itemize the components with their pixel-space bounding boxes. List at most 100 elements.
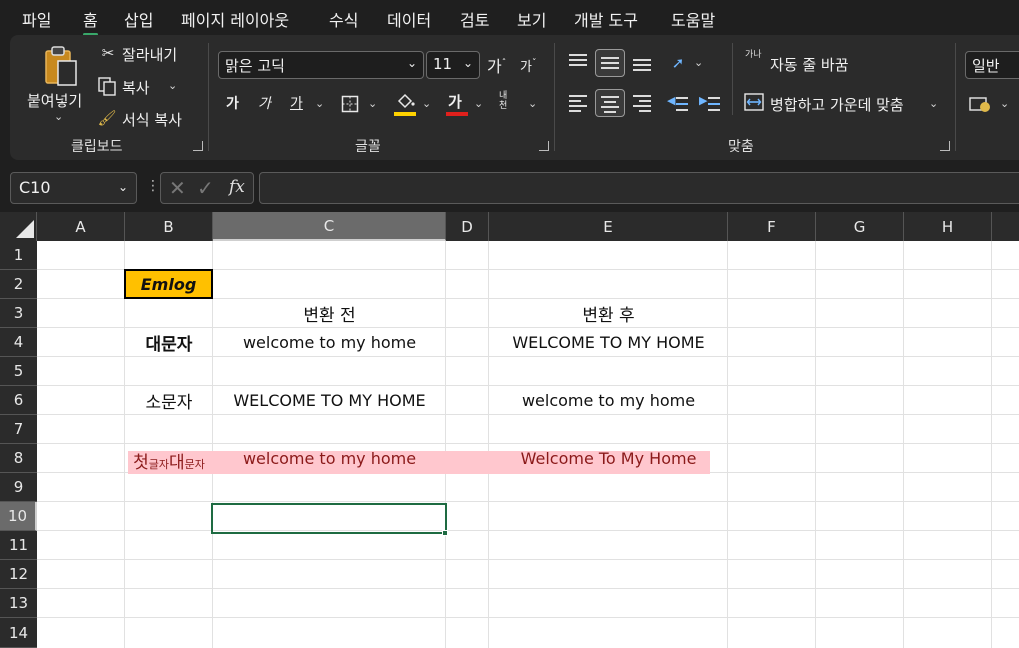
- format-painter-button[interactable]: 서식 복사: [122, 109, 182, 130]
- paste-chevron-down-icon[interactable]: ⌄: [54, 110, 63, 123]
- column-header-h[interactable]: H: [904, 212, 992, 241]
- accounting-chevron-down-icon[interactable]: ⌄: [1000, 97, 1009, 110]
- menu-formulas[interactable]: 수식: [329, 7, 358, 31]
- cell-c8[interactable]: welcome to my home: [213, 444, 446, 473]
- row-header-6[interactable]: 6: [0, 386, 37, 415]
- insert-function-button[interactable]: fx: [229, 177, 245, 197]
- align-middle-button[interactable]: [595, 49, 625, 77]
- enter-icon[interactable]: ✓: [197, 176, 214, 200]
- column-header-f[interactable]: F: [728, 212, 816, 241]
- cell-e6[interactable]: welcome to my home: [489, 386, 728, 415]
- cell-c3[interactable]: 변환 전: [213, 299, 446, 328]
- cell-e8[interactable]: Welcome To My Home: [489, 444, 728, 473]
- cell-b4[interactable]: 대문자: [125, 328, 213, 357]
- number-format-dropdown[interactable]: 일반: [965, 51, 1019, 79]
- cut-button[interactable]: 잘라내기: [122, 44, 177, 65]
- row-header-8[interactable]: 8: [0, 444, 37, 473]
- row-header-2[interactable]: 2: [0, 270, 37, 299]
- menu-home[interactable]: 홈: [83, 7, 98, 36]
- menu-page-layout[interactable]: 페이지 레이아웃: [181, 7, 289, 31]
- fill-handle[interactable]: [442, 530, 448, 536]
- row-header-13[interactable]: 13: [0, 589, 37, 618]
- row-header-4[interactable]: 4: [0, 328, 37, 357]
- clipboard-launcher-icon[interactable]: [193, 141, 203, 151]
- bold-button[interactable]: 가: [226, 93, 239, 113]
- active-cell-c10[interactable]: [211, 503, 447, 534]
- column-header-a[interactable]: A: [37, 212, 125, 241]
- font-size-dropdown[interactable]: 11 ⌄: [426, 51, 480, 79]
- border-chevron-down-icon[interactable]: ⌄: [368, 97, 377, 110]
- accounting-format-icon[interactable]: [968, 93, 992, 115]
- align-top-button[interactable]: [564, 49, 594, 77]
- underline-chevron-down-icon[interactable]: ⌄: [315, 97, 324, 110]
- row-header-9[interactable]: 9: [0, 473, 37, 502]
- b8-big-1: 첫: [133, 453, 149, 473]
- border-icon[interactable]: [339, 93, 361, 115]
- row-header-5[interactable]: 5: [0, 357, 37, 386]
- formula-input[interactable]: [259, 172, 1019, 204]
- menu-view[interactable]: 보기: [517, 7, 546, 31]
- align-center-button[interactable]: [595, 89, 625, 117]
- spreadsheet-grid[interactable]: A B C D E F G H 1 2 3 4 5 6 7 8 9 10 11 …: [0, 212, 1019, 648]
- menu-bar: 파일 홈 삽입 페이지 레이아웃 수식 데이터 검토 보기 개발 도구 도움말: [0, 0, 1019, 36]
- menu-help[interactable]: 도움말: [671, 7, 715, 31]
- cell-e3[interactable]: 변환 후: [489, 299, 728, 328]
- underline-button[interactable]: 가: [290, 93, 303, 113]
- column-header-e[interactable]: E: [489, 212, 728, 241]
- name-box[interactable]: C10 ⌄: [10, 172, 137, 204]
- orientation-icon[interactable]: ➚: [666, 51, 690, 75]
- merge-center-button[interactable]: 병합하고 가운데 맞춤: [770, 94, 904, 115]
- copy-button[interactable]: 복사: [122, 77, 150, 98]
- phonetic-chevron-down-icon[interactable]: ⌄: [528, 97, 537, 110]
- font-color-button[interactable]: 가: [448, 91, 462, 112]
- wrap-text-button[interactable]: 자동 줄 바꿈: [770, 54, 849, 75]
- increase-font-size-button[interactable]: 가ˆ: [487, 53, 506, 77]
- paste-icon[interactable]: [38, 43, 82, 91]
- row-header-3[interactable]: 3: [0, 299, 37, 328]
- column-header-b[interactable]: B: [125, 212, 213, 241]
- row-header-11[interactable]: 11: [0, 531, 37, 560]
- column-header-c[interactable]: C: [213, 212, 446, 241]
- cell-b6[interactable]: 소문자: [125, 386, 213, 415]
- menu-file[interactable]: 파일: [22, 7, 51, 31]
- decrease-font-size-button[interactable]: 가ˇ: [520, 56, 536, 75]
- cell-b2[interactable]: Emlog: [124, 269, 213, 299]
- align-left-button[interactable]: [564, 89, 594, 117]
- row-header-10[interactable]: 10: [0, 502, 37, 531]
- column-header-d[interactable]: D: [446, 212, 489, 241]
- cell-b8[interactable]: 첫 글자 대 문자: [125, 444, 213, 473]
- more-options-icon[interactable]: ⋮: [146, 178, 160, 194]
- alignment-launcher-icon[interactable]: [940, 141, 950, 151]
- select-all-corner[interactable]: [0, 212, 37, 241]
- decrease-indent-button[interactable]: ◀: [664, 89, 694, 117]
- italic-button[interactable]: 가: [258, 93, 271, 113]
- column-header-next[interactable]: [992, 212, 1019, 241]
- row-header-14[interactable]: 14: [0, 618, 37, 648]
- row-header-12[interactable]: 12: [0, 560, 37, 589]
- increase-indent-button[interactable]: ▶: [696, 89, 726, 117]
- menu-insert[interactable]: 삽입: [124, 7, 153, 31]
- menu-data[interactable]: 데이터: [387, 7, 431, 31]
- cell-e4[interactable]: WELCOME TO MY HOME: [489, 328, 728, 357]
- menu-developer[interactable]: 개발 도구: [574, 7, 638, 31]
- menu-review[interactable]: 검토: [460, 7, 489, 31]
- merge-chevron-down-icon[interactable]: ⌄: [929, 97, 938, 110]
- font-name-dropdown[interactable]: 맑은 고딕 ⌄: [218, 51, 424, 79]
- align-bottom-button[interactable]: [628, 49, 658, 77]
- align-right-button[interactable]: [628, 89, 658, 117]
- font-color-chevron-down-icon[interactable]: ⌄: [474, 97, 483, 110]
- phonetic-guide-button[interactable]: 내천: [499, 91, 513, 111]
- cell-c4[interactable]: welcome to my home: [213, 328, 446, 357]
- copy-chevron-down-icon[interactable]: ⌄: [168, 79, 177, 92]
- fill-color-chevron-down-icon[interactable]: ⌄: [422, 97, 431, 110]
- column-header-g[interactable]: G: [816, 212, 904, 241]
- orientation-chevron-down-icon[interactable]: ⌄: [694, 56, 703, 69]
- paste-button[interactable]: 붙여넣기: [27, 90, 82, 111]
- row-header-1[interactable]: 1: [0, 241, 37, 270]
- gridline: [37, 530, 1019, 531]
- cancel-icon[interactable]: ✕: [169, 176, 186, 200]
- name-box-value: C10: [19, 178, 51, 197]
- cell-c6[interactable]: WELCOME TO MY HOME: [213, 386, 446, 415]
- font-launcher-icon[interactable]: [539, 141, 549, 151]
- row-header-7[interactable]: 7: [0, 415, 37, 444]
